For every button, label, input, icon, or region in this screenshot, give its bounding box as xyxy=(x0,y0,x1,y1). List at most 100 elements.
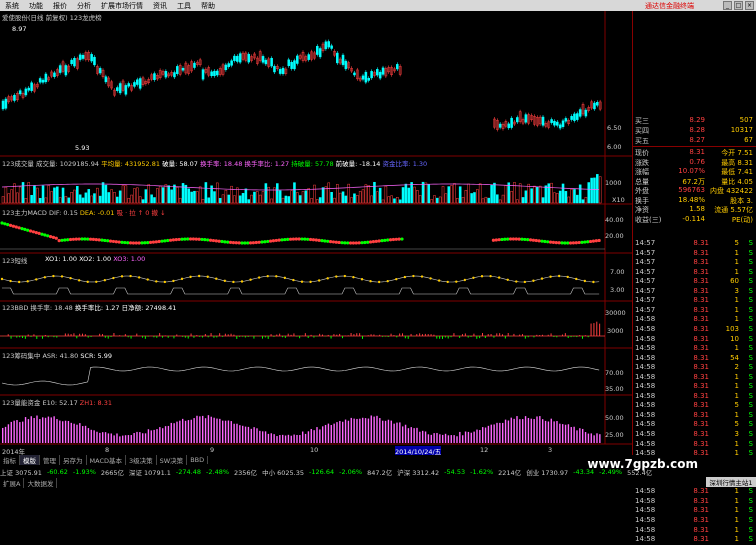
indicator-tab-3[interactable]: 另存为 xyxy=(60,455,87,465)
volume-bar xyxy=(228,195,230,203)
tick-price: 8.31 xyxy=(677,335,709,345)
menu-analysis[interactable]: 分析 xyxy=(72,1,96,11)
energy-bar xyxy=(148,429,149,443)
candle-body xyxy=(296,56,298,64)
volume-bar xyxy=(76,186,78,203)
indicator-tab-5[interactable]: 3级决策 xyxy=(126,455,157,465)
macd-dot xyxy=(292,237,295,240)
quote-label: 涨幅 xyxy=(635,167,665,176)
indicator-tab-6[interactable]: SW决策 xyxy=(157,455,188,465)
macd-dot xyxy=(386,238,389,241)
indicator-tab-7[interactable]: BBD xyxy=(187,456,208,464)
macd-dot xyxy=(278,239,281,242)
indicator-tab-0[interactable]: 指标 xyxy=(0,455,20,465)
candle-body xyxy=(216,71,218,75)
candle-body xyxy=(13,95,15,100)
volume-bar xyxy=(499,200,501,203)
menu-system[interactable]: 系统 xyxy=(0,1,24,11)
bbd-bar xyxy=(425,334,426,336)
energy-bar xyxy=(331,425,332,443)
bbd-bar xyxy=(491,334,492,336)
bbd-bar xyxy=(316,336,317,337)
short-dot xyxy=(129,275,131,277)
menu-function[interactable]: 功能 xyxy=(24,1,48,11)
volume-bar xyxy=(593,178,595,203)
volume-bar xyxy=(62,188,64,203)
tick-vol: 5 xyxy=(709,401,739,411)
macd-dot xyxy=(20,227,23,230)
kline-chart-svg[interactable] xyxy=(0,11,632,455)
tick-time: 14:58 xyxy=(635,420,677,430)
macd-dot xyxy=(49,235,52,238)
menu-quote[interactable]: 报价 xyxy=(48,1,72,11)
candle-body xyxy=(165,71,167,77)
maximize-icon[interactable]: □ xyxy=(734,1,743,10)
tick-price: 8.31 xyxy=(677,487,709,497)
volume-bar xyxy=(113,192,115,203)
bbd-bar xyxy=(239,336,240,337)
tick-price: 8.31 xyxy=(677,344,709,354)
status-extended[interactable]: 扩展A xyxy=(0,478,24,488)
energy-bar xyxy=(231,421,232,443)
volume-value-5: 前破量: -18.14 xyxy=(334,160,381,168)
indicator-tab-2[interactable]: 管理 xyxy=(40,455,60,465)
volume-bar xyxy=(253,192,255,203)
short-dot xyxy=(44,276,46,278)
chart-area[interactable]: 爱使股份(日线 前复权) 123龙虎榜 8.97 5.93 123成交量 成交量… xyxy=(0,11,632,455)
energy-bar xyxy=(548,421,549,443)
menu-tools[interactable]: 工具 xyxy=(172,1,196,11)
candle-body xyxy=(516,117,518,122)
server-button[interactable]: 深圳行情主站1 xyxy=(706,477,756,487)
volume-bar xyxy=(591,178,593,203)
tick-price: 8.31 xyxy=(677,516,709,526)
volume-bar xyxy=(88,189,90,203)
macd-dot xyxy=(146,241,149,244)
bbd-bar xyxy=(305,333,306,336)
candle-body xyxy=(551,119,553,122)
energy-bar xyxy=(62,421,63,443)
energy-bar xyxy=(556,421,557,443)
macd-dot xyxy=(375,240,378,243)
indicator-tab-4[interactable]: MACD基本 xyxy=(87,455,126,465)
bbd-bar xyxy=(28,334,29,336)
menu-extended-market[interactable]: 扩展市场行情 xyxy=(96,1,148,11)
energy-bar xyxy=(99,433,100,443)
volume-bar xyxy=(373,182,375,203)
short-dot xyxy=(275,275,277,277)
candle-body xyxy=(65,65,67,75)
minimize-icon[interactable]: _ xyxy=(723,1,732,10)
status-bigdata[interactable]: 大数据发 xyxy=(24,478,57,488)
energy-bar xyxy=(376,416,377,443)
volume-bar xyxy=(339,193,341,203)
quote-label: 换手 xyxy=(635,196,665,205)
tick-vol: 1 xyxy=(709,315,739,325)
tick-bs: S xyxy=(739,535,753,545)
volume-bar xyxy=(411,182,413,203)
indicator-tab-1[interactable]: 模版 xyxy=(20,455,40,465)
energy-bar xyxy=(196,416,197,443)
tick-time: 14:58 xyxy=(635,430,677,440)
menu-info[interactable]: 资讯 xyxy=(148,1,172,11)
energy-bar xyxy=(328,424,329,443)
close-icon[interactable]: × xyxy=(745,1,754,10)
volume-value-6: 资金比率: 1.30 xyxy=(380,160,427,168)
tick-price: 8.31 xyxy=(677,506,709,516)
volume-bar xyxy=(122,186,124,203)
candle-body xyxy=(579,110,581,117)
short-dot xyxy=(69,277,71,279)
tick-vol: 1 xyxy=(709,382,739,392)
date-axis-label: 8 xyxy=(105,446,109,454)
axis-label: 3.00 xyxy=(610,286,624,294)
volume-bar xyxy=(182,183,184,203)
macd-dot xyxy=(289,238,292,241)
macd-dot xyxy=(132,241,135,244)
volume-bar xyxy=(385,186,387,203)
macd-dot xyxy=(595,239,598,242)
volume-bar xyxy=(416,190,418,203)
candle-body xyxy=(293,61,295,69)
macd-dot xyxy=(592,240,595,243)
macd-dot xyxy=(52,236,55,239)
volume-bar xyxy=(71,192,73,203)
short-dot xyxy=(335,275,337,277)
menu-help[interactable]: 帮助 xyxy=(196,1,220,11)
